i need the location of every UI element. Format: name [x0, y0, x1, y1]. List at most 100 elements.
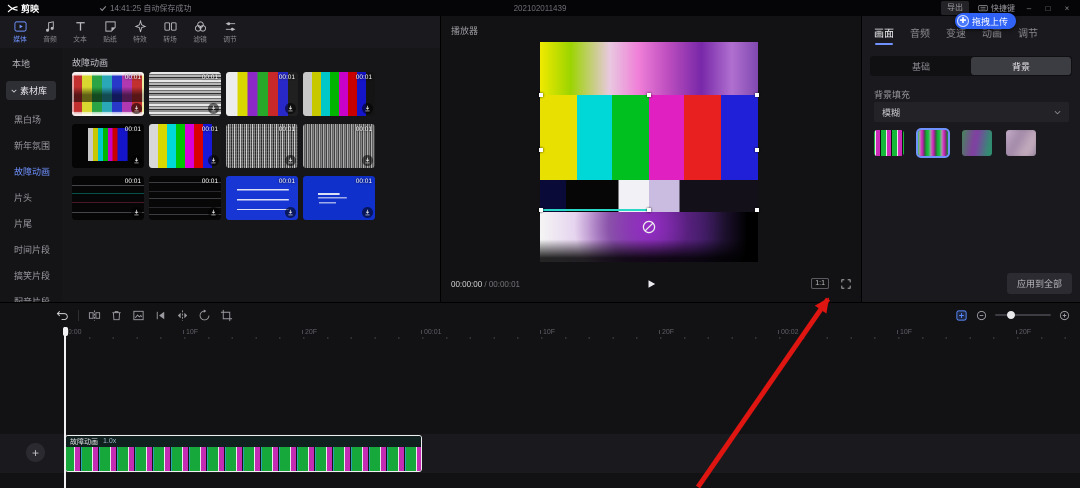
sidebar-item-category[interactable]: 片头: [0, 184, 62, 210]
download-icon[interactable]: [362, 103, 373, 114]
tab-adjustment[interactable]: 调节: [1018, 25, 1038, 40]
sidebar-item-category-active[interactable]: 故障动画: [0, 158, 62, 184]
sidebar-item-category[interactable]: 片尾: [0, 210, 62, 236]
sidebar-item-category[interactable]: 时间片段: [0, 236, 62, 262]
library-thumbnail[interactable]: 00:01: [72, 176, 144, 220]
library-thumbnail[interactable]: 00:01: [226, 176, 298, 220]
transform-handle[interactable]: [647, 93, 651, 97]
library-thumbnail[interactable]: 00:01: [149, 124, 221, 168]
timeline-ruler[interactable]: 00:00 10F 20F 00:01 10F 20F 00:02 10F 20…: [0, 327, 1080, 340]
download-icon[interactable]: [285, 103, 296, 114]
timeline-panel: 00:00 10F 20F 00:01 10F 20F 00:02 10F 20…: [0, 302, 1080, 488]
thumbnail-duration: 00:01: [202, 126, 218, 133]
download-icon[interactable]: [208, 155, 219, 166]
timeline-clip[interactable]: 故障动画 1.0x: [65, 435, 422, 472]
undo-icon[interactable]: [56, 309, 69, 322]
tab-sticker[interactable]: 贴纸: [95, 20, 125, 48]
blur-presets: [874, 130, 1036, 156]
tab-text[interactable]: 文本: [65, 20, 95, 48]
library-thumbnail[interactable]: 00:01: [303, 176, 375, 220]
freeze-frame-icon[interactable]: [132, 309, 145, 322]
playhead[interactable]: [64, 327, 66, 488]
apply-to-all-button[interactable]: 应用到全部: [1007, 273, 1072, 294]
maximize-button[interactable]: □: [1043, 4, 1053, 13]
subtab-basic[interactable]: 基础: [871, 57, 971, 75]
blur-preset-4[interactable]: [1006, 130, 1036, 156]
app-name: 剪映: [21, 2, 39, 15]
play-button[interactable]: [646, 279, 656, 289]
close-button[interactable]: ×: [1062, 4, 1072, 13]
subtab-background[interactable]: 背景: [971, 57, 1071, 75]
download-icon[interactable]: [285, 207, 296, 218]
thumbnail-duration: 00:01: [125, 178, 141, 185]
transform-handle[interactable]: [539, 148, 543, 152]
ruler-label: 00:02: [778, 329, 799, 336]
blur-preset-3[interactable]: [962, 130, 992, 156]
drag-upload-hint[interactable]: ✚ 拖拽上传: [955, 13, 1016, 29]
transform-handle[interactable]: [755, 148, 759, 152]
library-thumbnail[interactable]: 00:01: [149, 72, 221, 116]
tab-audio-settings[interactable]: 音频: [910, 25, 930, 40]
current-time: 00:00:00: [451, 280, 482, 289]
library-thumbnail[interactable]: 00:01: [226, 72, 298, 116]
download-icon[interactable]: [362, 155, 373, 166]
sidebar-item-local[interactable]: 本地: [8, 54, 54, 73]
library-thumbnail[interactable]: 00:01: [72, 124, 144, 168]
library-thumbnail[interactable]: 00:01: [72, 72, 144, 116]
video-preview[interactable]: [540, 42, 758, 262]
tab-audio[interactable]: 音频: [35, 20, 65, 48]
reverse-icon[interactable]: [154, 309, 167, 322]
blur-preset-1[interactable]: [874, 130, 904, 156]
delete-icon[interactable]: [110, 309, 123, 322]
download-icon[interactable]: [208, 103, 219, 114]
app-logo: 剪映: [0, 2, 39, 15]
download-icon[interactable]: [285, 155, 296, 166]
transform-handle[interactable]: [647, 208, 651, 212]
rotate-icon[interactable]: [198, 309, 211, 322]
shortcut-button[interactable]: 快捷键: [978, 3, 1015, 14]
snap-toggle-icon[interactable]: [955, 309, 968, 322]
tab-picture[interactable]: 画面: [874, 25, 894, 40]
zoom-out-icon[interactable]: [976, 310, 987, 321]
sidebar-item-category[interactable]: 新年氛围: [0, 132, 62, 158]
library-thumbnail[interactable]: 00:01: [226, 124, 298, 168]
tab-filter[interactable]: 滤镜: [185, 20, 215, 48]
keyboard-icon: [978, 3, 988, 13]
tab-effects[interactable]: 特效: [125, 20, 155, 48]
clip-filmstrip: [66, 447, 421, 472]
timeline-zoom-slider[interactable]: [995, 314, 1051, 316]
download-icon[interactable]: [131, 103, 142, 114]
blur-preset-2-selected[interactable]: [918, 130, 948, 156]
ruler-label: 20F: [302, 329, 317, 336]
sidebar-item-category[interactable]: 黑白场: [0, 106, 62, 132]
download-icon[interactable]: [131, 207, 142, 218]
library-thumbnail[interactable]: 00:01: [303, 72, 375, 116]
download-icon[interactable]: [362, 207, 373, 218]
zoom-slider-knob[interactable]: [1007, 311, 1015, 319]
no-signal-icon: [641, 219, 657, 235]
timeline-toolbar: [0, 303, 1080, 327]
sidebar-item-library[interactable]: 素材库: [6, 81, 56, 100]
download-icon[interactable]: [208, 207, 219, 218]
transform-handle[interactable]: [539, 208, 543, 212]
split-icon[interactable]: [88, 309, 101, 322]
mirror-icon[interactable]: [176, 309, 189, 322]
fullscreen-icon[interactable]: [841, 279, 851, 289]
tab-adjust[interactable]: 调节: [215, 20, 245, 48]
download-icon[interactable]: [131, 155, 142, 166]
library-thumbnail[interactable]: 00:01: [149, 176, 221, 220]
transform-handle[interactable]: [755, 208, 759, 212]
sidebar-item-category[interactable]: 搞笑片段: [0, 262, 62, 288]
library-thumbnail[interactable]: 00:01: [303, 124, 375, 168]
minimize-button[interactable]: –: [1024, 4, 1034, 13]
crop-icon[interactable]: [220, 309, 233, 322]
zoom-in-icon[interactable]: [1059, 310, 1070, 321]
transform-handle[interactable]: [539, 93, 543, 97]
transform-handle[interactable]: [755, 93, 759, 97]
filter-icon: [194, 20, 207, 33]
fill-mode-dropdown[interactable]: 模糊: [874, 102, 1069, 122]
tab-media[interactable]: 媒体: [5, 20, 35, 48]
aspect-ratio-button[interactable]: 1:1: [811, 278, 829, 289]
tab-transition[interactable]: 转场: [155, 20, 185, 48]
add-media-button[interactable]: +: [26, 443, 45, 462]
